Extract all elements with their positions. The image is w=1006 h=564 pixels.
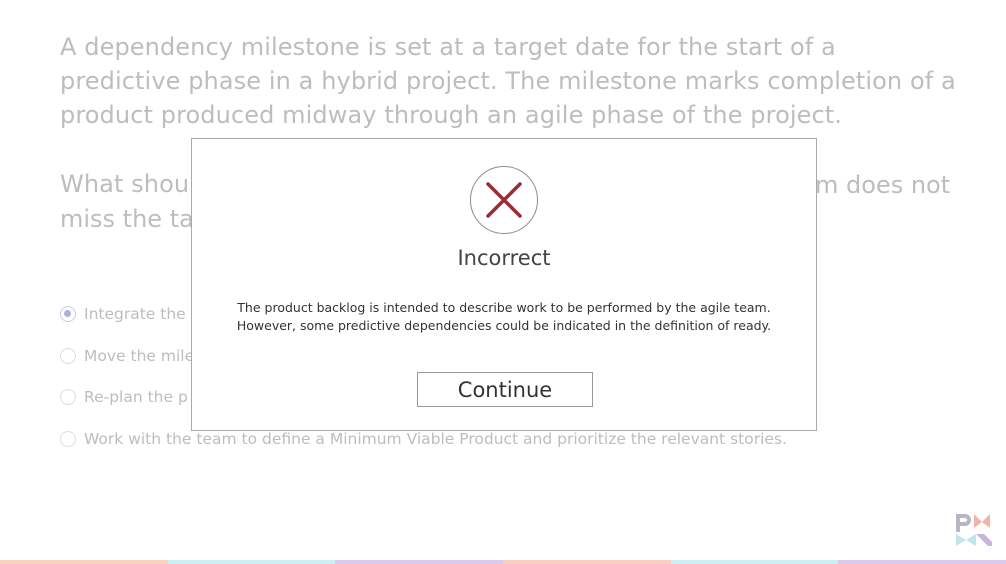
- answer-option-1[interactable]: Integrate the: [60, 302, 186, 326]
- question-paragraph-2-start: What should: [60, 170, 212, 198]
- feedback-message: The product backlog is intended to descr…: [212, 299, 796, 335]
- bottom-color-bar: [0, 560, 1006, 564]
- feedback-dialog: Incorrect The product backlog is intende…: [191, 138, 817, 431]
- answer-option-2[interactable]: Move the mile: [60, 344, 194, 368]
- answer-option-label: Move the mile: [84, 347, 195, 365]
- pmi-logo: [956, 514, 992, 546]
- answer-option-label: Re-plan the p: [84, 388, 188, 406]
- bottom-bar-segment: [503, 560, 671, 564]
- bottom-bar-segment: [838, 560, 1006, 564]
- radio-button-selected[interactable]: [60, 306, 76, 322]
- answer-option-label: Integrate the: [84, 305, 186, 323]
- continue-button[interactable]: Continue: [417, 372, 593, 407]
- question-paragraph-1: A dependency milestone is set at a targe…: [60, 33, 956, 129]
- answer-option-3[interactable]: Re-plan the p: [60, 385, 188, 409]
- bottom-bar-segment: [0, 560, 168, 564]
- bottom-bar-segment: [670, 560, 839, 564]
- question-fragment-line3: miss the ta: [60, 205, 194, 233]
- radio-button[interactable]: [60, 348, 76, 364]
- bottom-bar-segment: [167, 560, 336, 564]
- question-fragment-right: m does not: [815, 171, 951, 199]
- feedback-message-line-1: The product backlog is intended to descr…: [237, 300, 771, 315]
- bottom-bar-segment: [335, 560, 504, 564]
- feedback-message-line-2: However, some predictive dependencies co…: [236, 318, 772, 333]
- incorrect-icon-ring: [470, 166, 538, 234]
- answer-option-label: Work with the team to define a Minimum V…: [84, 430, 787, 448]
- feedback-title: Incorrect: [457, 246, 551, 270]
- radio-button[interactable]: [60, 389, 76, 405]
- x-mark-icon: [486, 182, 522, 218]
- radio-button[interactable]: [60, 431, 76, 447]
